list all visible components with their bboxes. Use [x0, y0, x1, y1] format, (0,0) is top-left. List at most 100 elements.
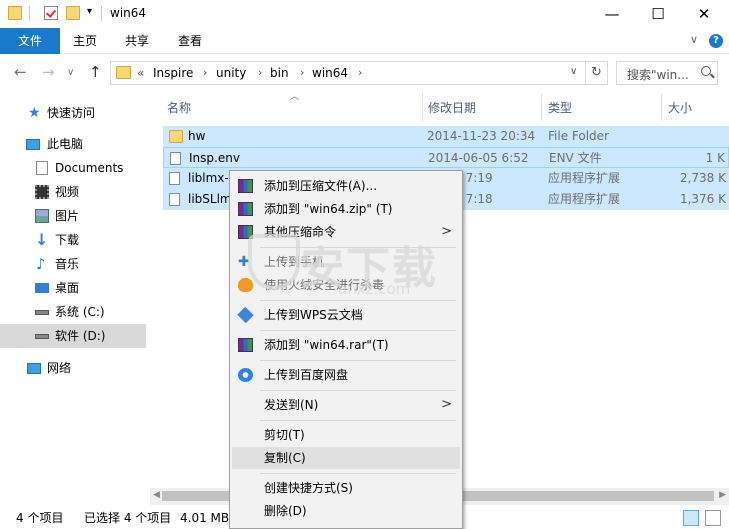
- menu-item-cut[interactable]: 剪切(T): [232, 424, 460, 446]
- properties-icon[interactable]: [44, 6, 58, 20]
- video-icon: [35, 185, 49, 199]
- menu-item-add-to-rar[interactable]: 添加到 "win64.rar"(T): [232, 334, 460, 356]
- sidebar-item-this-pc[interactable]: 此电脑: [0, 132, 146, 156]
- expand-ribbon-icon[interactable]: ∨: [690, 33, 698, 46]
- tab-home[interactable]: 主页: [66, 28, 104, 54]
- file-name: Insp.env: [189, 151, 240, 165]
- drive-icon: [35, 310, 49, 315]
- wps-cloud-icon: [237, 306, 254, 324]
- column-header: ︿ 名称 修改日期 类型 大小: [160, 91, 729, 121]
- forward-button[interactable]: →: [42, 63, 55, 81]
- menu-item-copy[interactable]: 复制(C): [232, 447, 460, 469]
- window-title: win64: [110, 6, 147, 20]
- navigation-bar: ← → ∨ ↑ « Inspire › unity › bin › win64 …: [0, 55, 729, 91]
- help-icon[interactable]: ?: [709, 34, 723, 48]
- sidebar-item-drive-c[interactable]: 系统 (C:): [0, 300, 146, 324]
- menu-item-label: 复制(C): [264, 451, 306, 465]
- sidebar-item-music[interactable]: ♪ 音乐: [0, 252, 146, 276]
- menu-item-huorong-scan[interactable]: 使用火绒安全进行杀毒: [232, 274, 460, 296]
- file-type: 应用程序扩展: [548, 192, 621, 206]
- folder-icon: [169, 130, 183, 143]
- file-date: 2014-06-05 6:52: [428, 151, 529, 165]
- sidebar-item-drive-d[interactable]: 软件 (D:): [0, 324, 146, 348]
- chevron-right-icon: >: [441, 397, 452, 412]
- close-button[interactable]: ✕: [681, 0, 727, 28]
- menu-item-delete[interactable]: 删除(D): [232, 500, 460, 522]
- tab-share[interactable]: 共享: [118, 28, 156, 54]
- dll-file-icon: [169, 172, 180, 185]
- sidebar-item-network[interactable]: 网络: [0, 356, 146, 380]
- menu-item-add-to-archive[interactable]: 添加到压缩文件(A)...: [232, 175, 460, 197]
- file-date: 2014-11-23 20:34: [427, 129, 536, 143]
- file-size: 1,376 K: [679, 192, 726, 206]
- menu-item-upload-phone[interactable]: ✚ 上传到手机: [232, 251, 460, 273]
- details-view-button[interactable]: [683, 510, 699, 526]
- tab-file[interactable]: 文件: [0, 28, 60, 54]
- menu-separator: [260, 330, 456, 331]
- new-folder-icon[interactable]: [66, 6, 80, 20]
- scroll-right-icon[interactable]: ▶: [719, 490, 726, 500]
- sort-ascending-icon: ︿: [290, 92, 300, 102]
- sidebar-item-label: 视频: [55, 185, 80, 199]
- up-button[interactable]: ↑: [89, 63, 102, 81]
- chevron-right-icon[interactable]: ›: [203, 66, 207, 79]
- column-name[interactable]: 名称: [167, 99, 191, 116]
- item-count: 4 个项目: [16, 511, 64, 525]
- menu-item-wps-cloud[interactable]: 上传到WPS云文档: [232, 304, 460, 326]
- minimize-button[interactable]: —: [589, 0, 635, 28]
- sidebar-item-documents[interactable]: Documents: [0, 156, 146, 180]
- sidebar-item-quick-access[interactable]: ★ 快速访问: [0, 101, 146, 125]
- column-date[interactable]: 修改日期: [428, 99, 476, 116]
- scroll-left-icon[interactable]: ◀: [153, 490, 160, 500]
- chevron-right-icon[interactable]: ›: [300, 66, 304, 79]
- divider: [29, 6, 30, 21]
- column-size[interactable]: 大小: [668, 99, 692, 116]
- download-icon: ↓: [35, 230, 49, 249]
- breadcrumb-win64[interactable]: win64: [312, 66, 348, 80]
- breadcrumb-overflow[interactable]: «: [137, 66, 144, 80]
- back-button[interactable]: ←: [14, 63, 27, 81]
- breadcrumb-inspire[interactable]: Inspire: [153, 66, 193, 80]
- chevron-right-icon[interactable]: ›: [258, 66, 262, 79]
- menu-item-label: 上传到百度网盘: [264, 368, 349, 382]
- sidebar-item-desktop[interactable]: 桌面: [0, 276, 146, 300]
- file-name: libSLlm: [188, 192, 232, 206]
- large-icons-view-button[interactable]: [705, 510, 721, 526]
- search-box[interactable]: 搜索"win...: [616, 61, 718, 85]
- menu-item-baidu-netdisk[interactable]: 上传到百度网盘: [232, 364, 460, 386]
- maximize-button[interactable]: ☐: [635, 0, 681, 28]
- column-divider[interactable]: [422, 93, 423, 121]
- menu-item-send-to[interactable]: 发送到(N) >: [232, 394, 460, 416]
- file-size: 2,738 K: [679, 171, 726, 185]
- menu-item-label: 剪切(T): [264, 428, 305, 442]
- sidebar-item-label: 下载: [55, 233, 80, 247]
- menu-item-label: 添加到 "win64.rar"(T): [264, 338, 389, 352]
- menu-item-create-shortcut[interactable]: 创建快捷方式(S): [232, 477, 460, 499]
- menu-item-add-to-zip[interactable]: 添加到 "win64.zip" (T): [232, 198, 460, 220]
- search-icon: [701, 66, 711, 76]
- desktop-icon: [35, 283, 49, 293]
- column-divider[interactable]: [541, 93, 542, 121]
- sidebar-item-videos[interactable]: 视频: [0, 180, 146, 204]
- huorong-icon: [238, 278, 253, 292]
- file-name: hw: [188, 129, 206, 143]
- selected-size: 4.01 MB: [180, 511, 230, 525]
- sidebar-item-downloads[interactable]: ↓ 下载: [0, 228, 146, 252]
- sidebar-item-label: 图片: [55, 209, 80, 223]
- column-divider[interactable]: [661, 93, 662, 121]
- file-name: liblmx-: [188, 171, 229, 185]
- tab-view[interactable]: 查看: [171, 28, 209, 54]
- breadcrumb-unity[interactable]: unity: [216, 66, 246, 80]
- menu-item-other-compress[interactable]: 其他压缩命令 >: [232, 221, 460, 243]
- quick-access-dropdown-icon[interactable]: ▾: [87, 6, 92, 17]
- recent-locations-icon[interactable]: ∨: [67, 67, 74, 78]
- file-row[interactable]: hw 2014-11-23 20:34 File Folder: [163, 126, 729, 147]
- chevron-right-icon[interactable]: ›: [358, 66, 362, 79]
- sidebar-item-pictures[interactable]: 图片: [0, 204, 146, 228]
- refresh-button[interactable]: ↻: [585, 62, 607, 84]
- file-row[interactable]: Insp.env 2014-06-05 6:52 ENV 文件 1 K: [163, 147, 729, 168]
- address-dropdown-icon[interactable]: ∨: [570, 66, 577, 77]
- address-bar[interactable]: « Inspire › unity › bin › win64 › ∨ ↻: [110, 61, 608, 85]
- breadcrumb-bin[interactable]: bin: [270, 66, 289, 80]
- column-type[interactable]: 类型: [548, 99, 572, 116]
